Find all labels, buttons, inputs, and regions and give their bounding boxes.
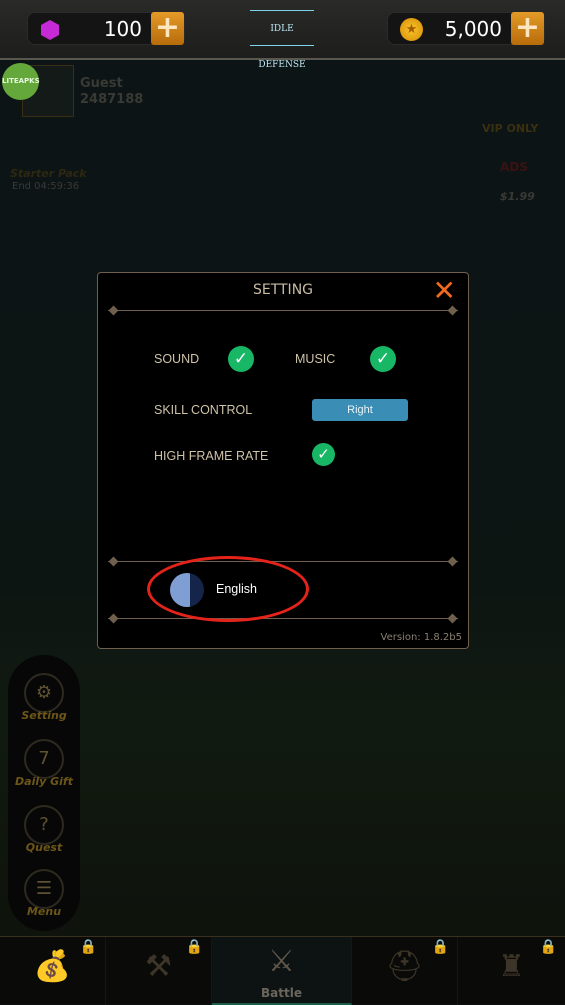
sound-label: SOUND bbox=[154, 352, 200, 366]
vip-button[interactable]: VIP ONLY bbox=[482, 122, 538, 135]
tab-treasury[interactable]: 💰 🔒 bbox=[0, 937, 106, 1005]
bottom-nav: 💰 🔒 ⚒ 🔒 ⚔ Battle ⛑ 🔒 ♜ 🔒 bbox=[0, 936, 565, 1005]
calendar-icon: 7 bbox=[24, 739, 64, 779]
coin-icon: ★ bbox=[400, 18, 423, 41]
version-text: Version: 1.8.2b5 bbox=[380, 632, 462, 643]
high-frame-rate-label: HIGH FRAME RATE bbox=[154, 449, 269, 463]
game-logo: IDLE DEFENSE bbox=[250, 10, 314, 70]
helmet-icon: ⛑ bbox=[385, 949, 424, 984]
tab-forge[interactable]: ⚒ 🔒 bbox=[106, 937, 212, 1005]
close-button[interactable]: ✕ bbox=[433, 277, 456, 305]
skill-control-button[interactable]: Right bbox=[312, 399, 408, 421]
high-frame-rate-check-icon[interactable]: ✓ bbox=[312, 443, 335, 466]
add-coins-button[interactable]: + bbox=[511, 12, 544, 45]
divider bbox=[108, 618, 458, 619]
side-item-quest[interactable]: ? Quest bbox=[8, 805, 80, 854]
tab-battle[interactable]: ⚔ Battle bbox=[212, 937, 352, 1005]
side-item-setting[interactable]: ⚙ Setting bbox=[8, 673, 80, 722]
side-item-label: Daily Gift bbox=[15, 775, 73, 788]
side-item-daily-gift[interactable]: 7 Daily Gift bbox=[8, 739, 80, 788]
gem-counter: 100 + bbox=[27, 12, 185, 45]
money-bag-icon: 💰 bbox=[33, 949, 72, 984]
divider bbox=[108, 561, 458, 562]
side-menu: ⚙ Setting 7 Daily Gift ? Quest ☰ Menu bbox=[8, 655, 80, 931]
player-id: 2487188 bbox=[80, 92, 144, 107]
dialog-title: SETTING bbox=[252, 282, 314, 298]
anvil-icon: ⚒ bbox=[145, 949, 172, 984]
music-label: MUSIC bbox=[295, 352, 336, 366]
sound-toggle-check-icon[interactable]: ✓ bbox=[228, 346, 254, 372]
coin-counter: ★ 5,000 + bbox=[387, 12, 545, 45]
side-item-label: Setting bbox=[21, 709, 67, 722]
scroll-icon: ? bbox=[24, 805, 64, 845]
player-name: Guest bbox=[80, 76, 123, 91]
divider bbox=[108, 310, 458, 311]
coin-count: 5,000 bbox=[444, 17, 502, 41]
tab-castle[interactable]: ♜ 🔒 bbox=[458, 937, 565, 1005]
ads-price: $1.99 bbox=[500, 190, 535, 203]
watermark-badge: LITEAPKS bbox=[2, 63, 40, 100]
remove-ads-button[interactable]: ADS bbox=[500, 160, 528, 174]
tab-heroes[interactable]: ⛑ 🔒 bbox=[352, 937, 458, 1005]
menu-icon: ☰ bbox=[24, 869, 64, 909]
top-bar: 100 + IDLE DEFENSE ★ 5,000 + bbox=[0, 0, 565, 70]
highlight-circle-annotation bbox=[147, 556, 309, 622]
starter-pack-button[interactable]: Starter Pack bbox=[10, 167, 87, 180]
music-toggle-check-icon[interactable]: ✓ bbox=[370, 346, 396, 372]
side-item-label: Quest bbox=[25, 841, 63, 854]
lock-icon: 🔒 bbox=[185, 939, 203, 955]
gem-count: 100 bbox=[103, 17, 142, 41]
castle-icon: ♜ bbox=[498, 949, 525, 984]
lock-icon: 🔒 bbox=[539, 939, 557, 955]
lock-icon: 🔒 bbox=[79, 939, 97, 955]
add-gems-button[interactable]: + bbox=[151, 12, 184, 45]
side-item-menu[interactable]: ☰ Menu bbox=[8, 869, 80, 918]
gear-icon: ⚙ bbox=[24, 673, 64, 713]
tab-battle-label: Battle bbox=[261, 986, 302, 1000]
lock-icon: 🔒 bbox=[431, 939, 449, 955]
side-item-label: Menu bbox=[26, 905, 62, 918]
gem-icon bbox=[41, 20, 59, 40]
crossed-swords-icon: ⚔ bbox=[268, 944, 295, 979]
skill-control-label: SKILL CONTROL bbox=[154, 403, 253, 417]
starter-pack-timer: End 04:59:36 bbox=[12, 181, 80, 192]
